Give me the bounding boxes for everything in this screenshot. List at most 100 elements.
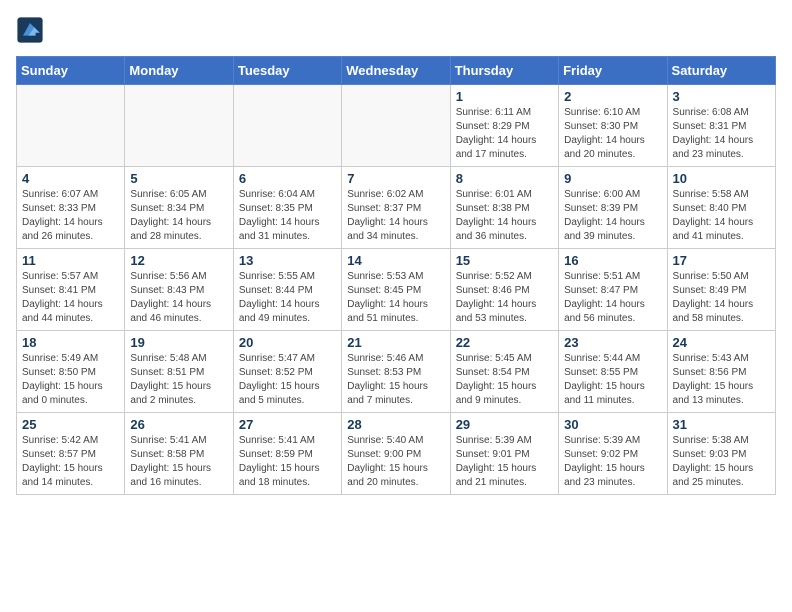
day-info: Sunrise: 5:58 AM Sunset: 8:40 PM Dayligh…	[673, 188, 770, 244]
week-row-1: 1 Sunrise: 6:11 AM Sunset: 8:29 PM Daylig…	[17, 85, 776, 167]
logo-icon	[16, 16, 44, 44]
day-info: Sunrise: 5:40 AM Sunset: 9:00 PM Dayligh…	[347, 434, 444, 490]
day-info: Sunrise: 6:04 AM Sunset: 8:35 PM Dayligh…	[239, 188, 336, 244]
day-info: Sunrise: 5:45 AM Sunset: 8:54 PM Dayligh…	[456, 352, 553, 408]
calendar-cell: 17 Sunrise: 5:50 AM Sunset: 8:49 PM Dayli…	[667, 249, 775, 331]
day-number: 9	[564, 171, 661, 186]
calendar-cell: 25 Sunrise: 5:42 AM Sunset: 8:57 PM Dayli…	[17, 413, 125, 495]
calendar-cell: 12 Sunrise: 5:56 AM Sunset: 8:43 PM Dayli…	[125, 249, 233, 331]
calendar-cell: 10 Sunrise: 5:58 AM Sunset: 8:40 PM Dayli…	[667, 167, 775, 249]
day-info: Sunrise: 5:38 AM Sunset: 9:03 PM Dayligh…	[673, 434, 770, 490]
weekday-header-saturday: Saturday	[667, 57, 775, 85]
day-number: 12	[130, 253, 227, 268]
day-number: 15	[456, 253, 553, 268]
day-number: 27	[239, 417, 336, 432]
day-number: 26	[130, 417, 227, 432]
calendar-cell: 4 Sunrise: 6:07 AM Sunset: 8:33 PM Daylig…	[17, 167, 125, 249]
day-info: Sunrise: 5:46 AM Sunset: 8:53 PM Dayligh…	[347, 352, 444, 408]
day-number: 14	[347, 253, 444, 268]
calendar-cell: 19 Sunrise: 5:48 AM Sunset: 8:51 PM Dayli…	[125, 331, 233, 413]
day-info: Sunrise: 5:52 AM Sunset: 8:46 PM Dayligh…	[456, 270, 553, 326]
weekday-header-friday: Friday	[559, 57, 667, 85]
weekday-header-thursday: Thursday	[450, 57, 558, 85]
day-number: 17	[673, 253, 770, 268]
calendar-cell: 22 Sunrise: 5:45 AM Sunset: 8:54 PM Dayli…	[450, 331, 558, 413]
day-info: Sunrise: 5:43 AM Sunset: 8:56 PM Dayligh…	[673, 352, 770, 408]
week-row-4: 18Sunrise: 5:49 AM Sunset: 8:50 PM Dayli…	[17, 331, 776, 413]
day-number: 31	[673, 417, 770, 432]
calendar-cell: 14 Sunrise: 5:53 AM Sunset: 8:45 PM Dayli…	[342, 249, 450, 331]
day-info: Sunrise: 5:41 AM Sunset: 8:59 PM Dayligh…	[239, 434, 336, 490]
calendar-cell: 21 Sunrise: 5:46 AM Sunset: 8:53 PM Dayli…	[342, 331, 450, 413]
day-number: 11	[22, 253, 119, 268]
day-number: 30	[564, 417, 661, 432]
calendar: SundayMondayTuesdayWednesdayThursdayFrid…	[16, 56, 776, 495]
day-info: Sunrise: 5:57 AM Sunset: 8:41 PM Dayligh…	[22, 270, 119, 326]
calendar-cell: 31 Sunrise: 5:38 AM Sunset: 9:03 PM Dayli…	[667, 413, 775, 495]
calendar-cell: 8 Sunrise: 6:01 AM Sunset: 8:38 PM Daylig…	[450, 167, 558, 249]
calendar-cell: 29 Sunrise: 5:39 AM Sunset: 9:01 PM Dayli…	[450, 413, 558, 495]
day-number: 19	[130, 335, 227, 350]
day-info: Sunrise: 6:10 AM Sunset: 8:30 PM Dayligh…	[564, 106, 661, 162]
calendar-cell: 26 Sunrise: 5:41 AM Sunset: 8:58 PM Dayli…	[125, 413, 233, 495]
day-info: Sunrise: 5:50 AM Sunset: 8:49 PM Dayligh…	[673, 270, 770, 326]
day-info: Sunrise: 6:11 AM Sunset: 8:29 PM Dayligh…	[456, 106, 553, 162]
calendar-cell: 11 Sunrise: 5:57 AM Sunset: 8:41 PM Dayli…	[17, 249, 125, 331]
day-info: Sunrise: 5:53 AM Sunset: 8:45 PM Dayligh…	[347, 270, 444, 326]
calendar-cell: 20Sunrise: 5:47 AM Sunset: 8:52 PM Dayli…	[233, 331, 341, 413]
day-info: Sunrise: 5:56 AM Sunset: 8:43 PM Dayligh…	[130, 270, 227, 326]
weekday-header-row: SundayMondayTuesdayWednesdayThursdayFrid…	[17, 57, 776, 85]
weekday-header-wednesday: Wednesday	[342, 57, 450, 85]
calendar-cell: 18Sunrise: 5:49 AM Sunset: 8:50 PM Dayli…	[17, 331, 125, 413]
calendar-cell: 24Sunrise: 5:43 AM Sunset: 8:56 PM Dayli…	[667, 331, 775, 413]
week-row-2: 4 Sunrise: 6:07 AM Sunset: 8:33 PM Daylig…	[17, 167, 776, 249]
day-info: Sunrise: 5:44 AM Sunset: 8:55 PM Dayligh…	[564, 352, 661, 408]
day-number: 1	[456, 89, 553, 104]
calendar-cell	[233, 85, 341, 167]
day-number: 23	[564, 335, 661, 350]
calendar-cell: 7 Sunrise: 6:02 AM Sunset: 8:37 PM Daylig…	[342, 167, 450, 249]
calendar-cell: 13Sunrise: 5:55 AM Sunset: 8:44 PM Dayli…	[233, 249, 341, 331]
day-info: Sunrise: 6:02 AM Sunset: 8:37 PM Dayligh…	[347, 188, 444, 244]
weekday-header-monday: Monday	[125, 57, 233, 85]
calendar-cell: 6 Sunrise: 6:04 AM Sunset: 8:35 PM Daylig…	[233, 167, 341, 249]
day-info: Sunrise: 5:55 AM Sunset: 8:44 PM Dayligh…	[239, 270, 336, 326]
day-number: 20	[239, 335, 336, 350]
day-number: 16	[564, 253, 661, 268]
day-info: Sunrise: 5:48 AM Sunset: 8:51 PM Dayligh…	[130, 352, 227, 408]
day-info: Sunrise: 6:01 AM Sunset: 8:38 PM Dayligh…	[456, 188, 553, 244]
day-info: Sunrise: 6:00 AM Sunset: 8:39 PM Dayligh…	[564, 188, 661, 244]
day-info: Sunrise: 6:07 AM Sunset: 8:33 PM Dayligh…	[22, 188, 119, 244]
calendar-cell: 15 Sunrise: 5:52 AM Sunset: 8:46 PM Dayli…	[450, 249, 558, 331]
week-row-3: 11 Sunrise: 5:57 AM Sunset: 8:41 PM Dayli…	[17, 249, 776, 331]
calendar-cell	[342, 85, 450, 167]
day-number: 8	[456, 171, 553, 186]
calendar-cell	[17, 85, 125, 167]
day-number: 6	[239, 171, 336, 186]
day-info: Sunrise: 5:39 AM Sunset: 9:01 PM Dayligh…	[456, 434, 553, 490]
day-info: Sunrise: 5:42 AM Sunset: 8:57 PM Dayligh…	[22, 434, 119, 490]
calendar-cell: 5 Sunrise: 6:05 AM Sunset: 8:34 PM Daylig…	[125, 167, 233, 249]
day-number: 2	[564, 89, 661, 104]
weekday-header-tuesday: Tuesday	[233, 57, 341, 85]
day-number: 10	[673, 171, 770, 186]
day-info: Sunrise: 6:08 AM Sunset: 8:31 PM Dayligh…	[673, 106, 770, 162]
day-number: 28	[347, 417, 444, 432]
weekday-header-sunday: Sunday	[17, 57, 125, 85]
calendar-cell	[125, 85, 233, 167]
day-info: Sunrise: 5:49 AM Sunset: 8:50 PM Dayligh…	[22, 352, 119, 408]
day-info: Sunrise: 6:05 AM Sunset: 8:34 PM Dayligh…	[130, 188, 227, 244]
page-header	[16, 16, 776, 44]
day-number: 29	[456, 417, 553, 432]
day-number: 21	[347, 335, 444, 350]
day-info: Sunrise: 5:41 AM Sunset: 8:58 PM Dayligh…	[130, 434, 227, 490]
day-number: 7	[347, 171, 444, 186]
calendar-cell: 16Sunrise: 5:51 AM Sunset: 8:47 PM Dayli…	[559, 249, 667, 331]
day-number: 22	[456, 335, 553, 350]
calendar-cell: 23 Sunrise: 5:44 AM Sunset: 8:55 PM Dayli…	[559, 331, 667, 413]
day-number: 3	[673, 89, 770, 104]
calendar-cell: 3 Sunrise: 6:08 AM Sunset: 8:31 PM Daylig…	[667, 85, 775, 167]
day-number: 4	[22, 171, 119, 186]
day-number: 5	[130, 171, 227, 186]
day-number: 25	[22, 417, 119, 432]
